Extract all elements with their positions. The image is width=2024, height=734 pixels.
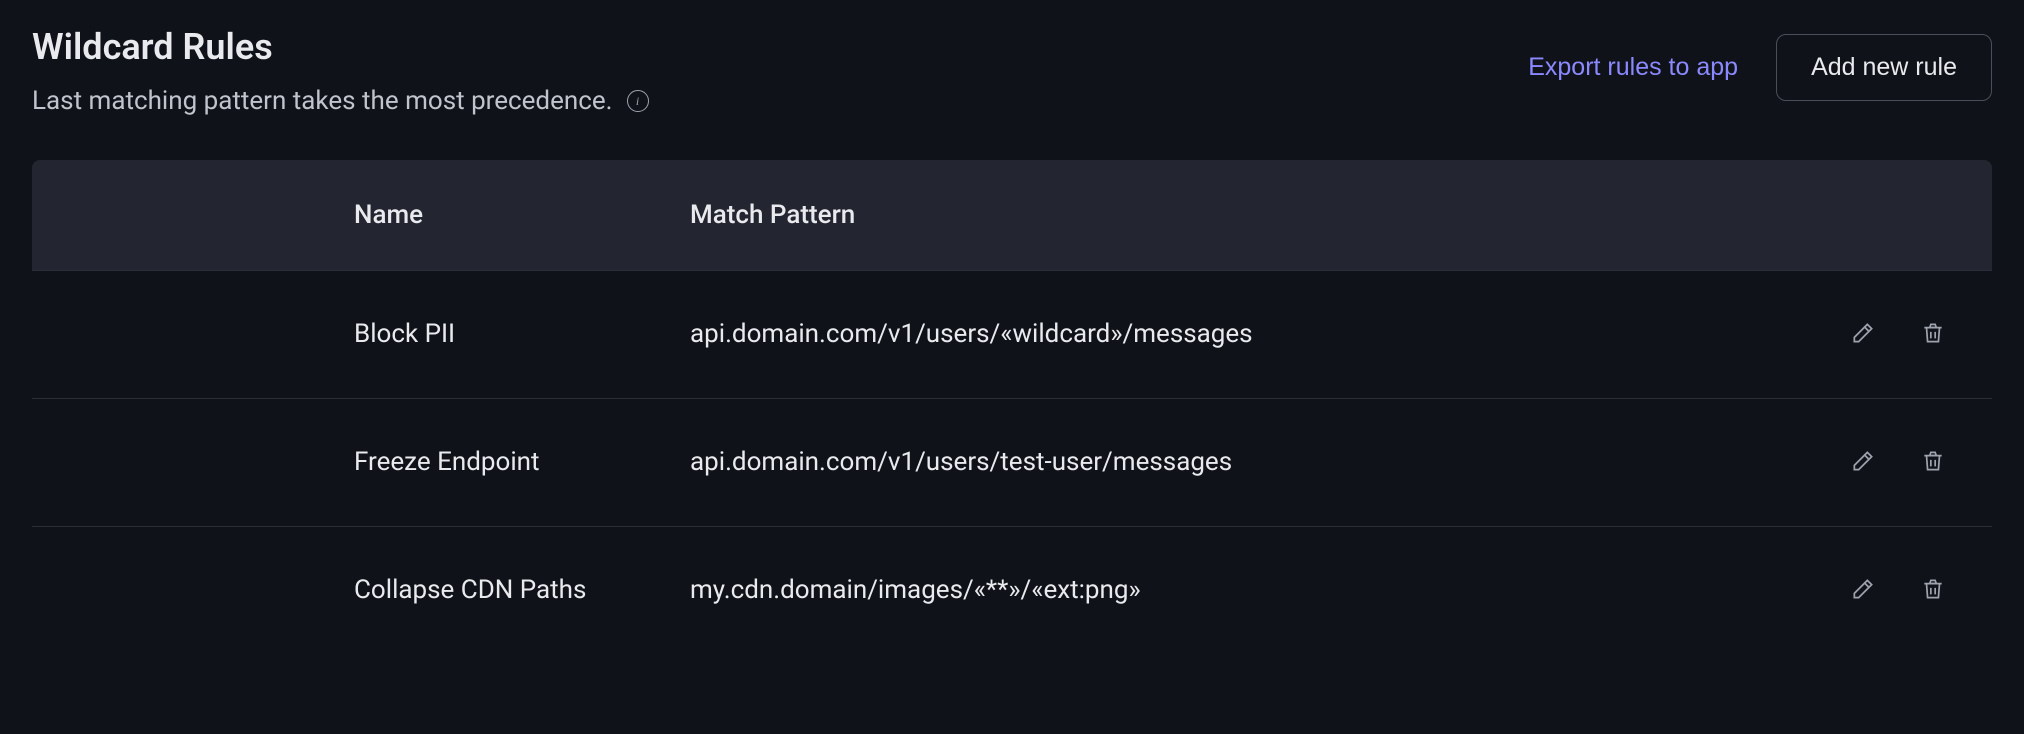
info-icon[interactable]: i xyxy=(627,90,649,112)
column-header-name: Name xyxy=(354,200,690,230)
trash-icon xyxy=(1920,576,1946,605)
column-header-pattern: Match Pattern xyxy=(690,200,1792,230)
rule-name: Collapse CDN Paths xyxy=(354,574,644,607)
table-row: Collapse CDN Paths my.cdn.domain/images/… xyxy=(32,526,1992,654)
page-title: Wildcard Rules xyxy=(32,28,649,68)
subtitle-text: Last matching pattern takes the most pre… xyxy=(32,86,613,116)
rules-table-header: Name Match Pattern xyxy=(32,160,1992,270)
pencil-icon xyxy=(1850,448,1876,477)
trash-icon xyxy=(1920,448,1946,477)
rules-table: Name Match Pattern Block PII api.domain.… xyxy=(32,160,1992,654)
wildcard-rules-page: Wildcard Rules Last matching pattern tak… xyxy=(0,0,2024,682)
add-new-rule-button[interactable]: Add new rule xyxy=(1776,34,1992,101)
rule-pattern: api.domain.com/v1/users/«wildcard»/messa… xyxy=(690,319,1792,349)
row-actions xyxy=(1792,316,1992,353)
table-row: Freeze Endpoint api.domain.com/v1/users/… xyxy=(32,398,1992,526)
delete-rule-button[interactable] xyxy=(1916,316,1950,353)
rule-name: Block PII xyxy=(354,318,644,351)
page-header: Wildcard Rules Last matching pattern tak… xyxy=(32,28,1992,116)
pencil-icon xyxy=(1850,320,1876,349)
page-subtitle: Last matching pattern takes the most pre… xyxy=(32,86,649,116)
row-actions xyxy=(1792,444,1992,481)
rule-name: Freeze Endpoint xyxy=(354,446,644,479)
table-row: Block PII api.domain.com/v1/users/«wildc… xyxy=(32,270,1992,398)
delete-rule-button[interactable] xyxy=(1916,572,1950,609)
header-actions: Export rules to app Add new rule xyxy=(1524,28,1992,101)
delete-rule-button[interactable] xyxy=(1916,444,1950,481)
edit-rule-button[interactable] xyxy=(1846,572,1880,609)
edit-rule-button[interactable] xyxy=(1846,316,1880,353)
row-actions xyxy=(1792,572,1992,609)
rule-pattern: my.cdn.domain/images/«**»/«ext:png» xyxy=(690,575,1792,605)
pencil-icon xyxy=(1850,576,1876,605)
export-rules-button[interactable]: Export rules to app xyxy=(1524,47,1742,88)
edit-rule-button[interactable] xyxy=(1846,444,1880,481)
rule-pattern: api.domain.com/v1/users/test-user/messag… xyxy=(690,447,1792,477)
trash-icon xyxy=(1920,320,1946,349)
header-left: Wildcard Rules Last matching pattern tak… xyxy=(32,28,649,116)
